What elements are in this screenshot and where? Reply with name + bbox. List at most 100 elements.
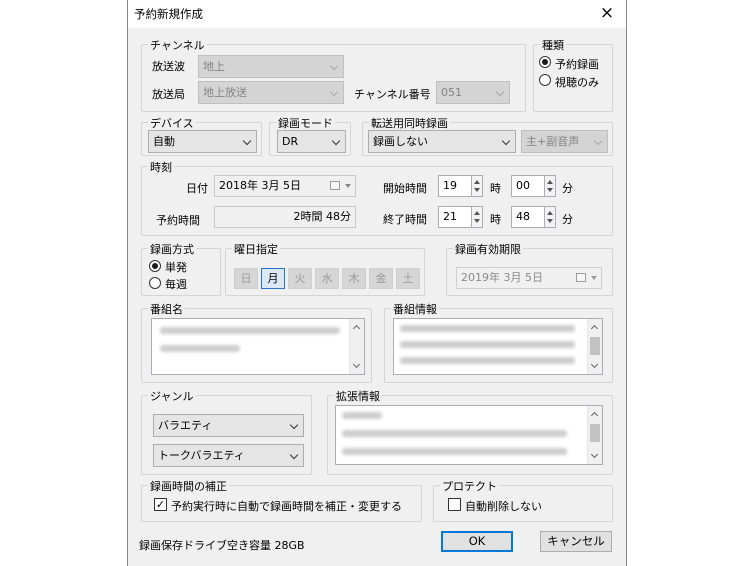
free-space-text: 録画保存ドライブ空き容量 28GB [139, 539, 305, 552]
time-correction-label[interactable]: 予約実行時に自動で録画時間を補正・変更する [171, 498, 402, 514]
genre-legend: ジャンル [148, 388, 196, 404]
blurred-text [160, 345, 240, 352]
spin-up-icon [547, 211, 553, 215]
rec-method-once-label[interactable]: 単発 [165, 259, 187, 275]
ok-button[interactable]: OK [441, 531, 513, 552]
blurred-text [400, 341, 575, 348]
start-time-label: 開始時間 [383, 182, 427, 195]
day-tue-button[interactable]: 火 [288, 268, 312, 289]
time-correction-legend: 録画時間の補正 [148, 478, 229, 494]
program-name-scrollbar[interactable] [349, 319, 364, 374]
program-info-textarea[interactable] [393, 318, 603, 375]
kind-record-label[interactable]: 予約録画 [555, 56, 599, 72]
cancel-button[interactable]: キャンセル [540, 531, 612, 552]
start-hour-input[interactable]: 19 [438, 175, 472, 197]
ext-info-textarea[interactable] [335, 405, 603, 465]
spin-down-icon [547, 188, 553, 192]
transfer-value: 録画しない [373, 135, 428, 148]
scroll-up-icon[interactable] [590, 324, 599, 333]
kind-record-radio[interactable] [539, 56, 551, 68]
end-hour-spinner[interactable] [471, 206, 483, 228]
scroll-thumb[interactable] [590, 424, 600, 442]
scroll-up-icon[interactable] [590, 411, 599, 420]
day-sat-button[interactable]: 土 [396, 268, 420, 289]
genre-secondary-select[interactable]: トークバラエティ [153, 444, 304, 467]
start-hour-spinner[interactable] [471, 175, 483, 197]
kind-watch-label[interactable]: 視聴のみ [555, 74, 599, 90]
chevron-down-icon [331, 136, 341, 146]
expiry-legend: 録画有効期限 [453, 241, 523, 257]
window-title: 予約新規作成 [134, 7, 203, 21]
time-correction-checkbox[interactable]: ✓ [154, 498, 167, 511]
audio-select[interactable]: 主+副音声 [521, 130, 608, 153]
title-bar: 予約新規作成 × [128, 0, 626, 28]
scroll-up-icon[interactable] [352, 324, 361, 333]
date-label: 日付 [186, 182, 208, 195]
rec-mode-value: DR [282, 135, 299, 148]
rec-method-weekly-label[interactable]: 毎週 [165, 276, 187, 292]
date-picker[interactable]: 2018年 3月 5日 [214, 175, 356, 197]
spin-down-icon [547, 219, 553, 223]
day-sun-button[interactable]: 日 [234, 268, 258, 289]
rec-method-weekly-radio[interactable] [149, 277, 161, 289]
date-value: 2018年 3月 5日 [219, 179, 301, 192]
start-min-unit: 分 [562, 182, 573, 195]
start-min-input[interactable]: 00 [511, 175, 545, 197]
scroll-down-icon[interactable] [590, 360, 599, 369]
expiry-date-value: 2019年 3月 5日 [461, 271, 543, 284]
calendar-icon [330, 181, 340, 190]
chevron-down-icon [329, 87, 339, 97]
spin-down-icon [474, 188, 480, 192]
blurred-text [342, 430, 567, 437]
expiry-date-picker[interactable]: 2019年 3月 5日 [456, 267, 602, 289]
kind-legend: 種類 [540, 37, 566, 53]
transfer-select[interactable]: 録画しない [368, 130, 516, 153]
broadcast-wave-label: 放送波 [152, 60, 185, 73]
close-icon[interactable]: × [596, 2, 618, 24]
channel-number-value: 051 [441, 86, 462, 99]
channel-number-label: チャンネル番号 [354, 88, 431, 101]
device-legend: デバイス [148, 115, 196, 131]
start-min-spinner[interactable] [544, 175, 556, 197]
reservation-dialog: 予約新規作成 × チャンネル 放送波 地上 放送局 地上放送 チャンネル番号 0… [127, 0, 627, 566]
spin-up-icon [547, 180, 553, 184]
genre-secondary-value: トークバラエティ [158, 449, 245, 462]
calendar-icon [576, 273, 586, 282]
chevron-down-icon [593, 136, 603, 146]
program-name-textarea[interactable] [151, 318, 365, 375]
end-min-unit: 分 [562, 213, 573, 226]
rec-method-once-radio[interactable] [149, 260, 161, 272]
chevron-down-icon [242, 136, 252, 146]
scroll-thumb[interactable] [590, 337, 600, 355]
end-hour-input[interactable]: 21 [438, 206, 472, 228]
day-fri-button[interactable]: 金 [369, 268, 393, 289]
day-mon-button[interactable]: 月 [261, 268, 285, 289]
protect-checkbox[interactable] [448, 498, 461, 511]
start-hour-value: 19 [443, 179, 457, 192]
rec-mode-select[interactable]: DR [277, 130, 346, 153]
channel-number-select[interactable]: 051 [436, 81, 510, 104]
calendar-dropdown-icon [591, 276, 597, 280]
scroll-down-icon[interactable] [352, 360, 361, 369]
kind-watch-radio[interactable] [539, 74, 551, 86]
channel-legend: チャンネル [148, 37, 207, 53]
program-info-legend: 番組情報 [391, 301, 439, 317]
rec-mode-legend: 録画モード [276, 115, 335, 131]
scroll-down-icon[interactable] [590, 450, 599, 459]
ext-info-scrollbar[interactable] [587, 406, 602, 464]
protect-label[interactable]: 自動削除しない [465, 498, 542, 514]
audio-value: 主+副音声 [526, 135, 580, 148]
blurred-text [160, 327, 340, 334]
genre-primary-select[interactable]: バラエティ [153, 414, 304, 437]
day-thu-button[interactable]: 木 [342, 268, 366, 289]
end-min-input[interactable]: 48 [511, 206, 545, 228]
broadcast-wave-select[interactable]: 地上 [198, 55, 344, 78]
day-wed-button[interactable]: 水 [315, 268, 339, 289]
device-select[interactable]: 自動 [148, 130, 257, 153]
station-select[interactable]: 地上放送 [198, 81, 344, 104]
chevron-down-icon [289, 450, 299, 460]
end-min-spinner[interactable] [544, 206, 556, 228]
ext-info-legend: 拡張情報 [334, 388, 382, 404]
protect-legend: プロテクト [440, 478, 499, 494]
program-info-scrollbar[interactable] [587, 319, 602, 374]
